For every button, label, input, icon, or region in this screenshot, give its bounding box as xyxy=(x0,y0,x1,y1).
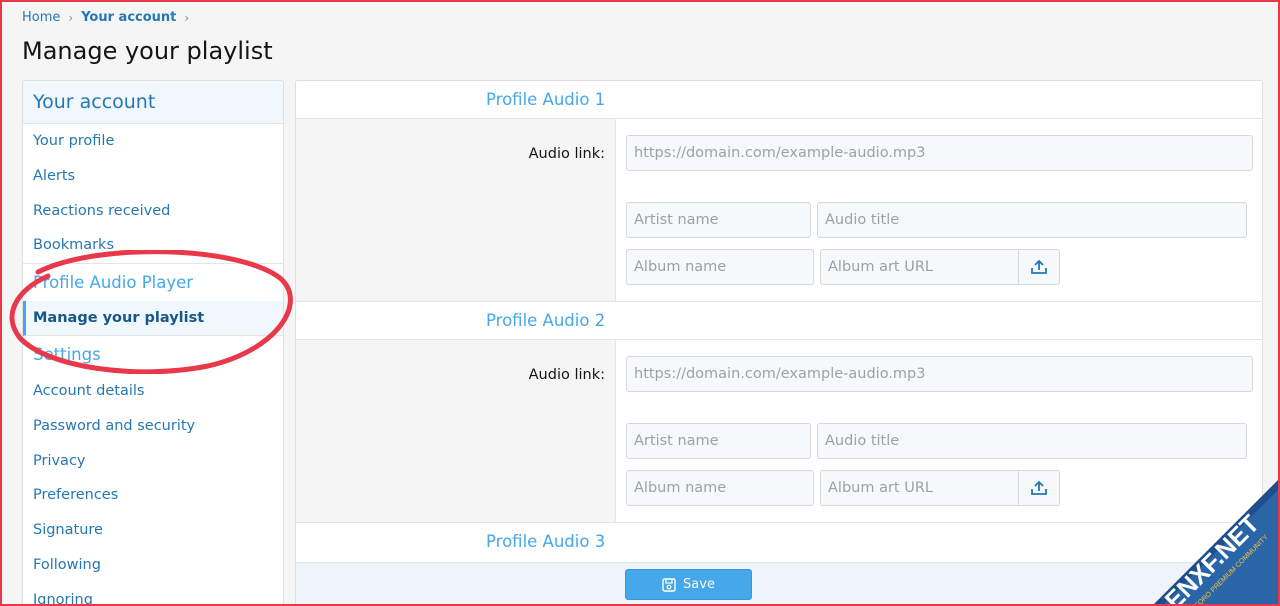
sidebar-item-bookmarks[interactable]: Bookmarks xyxy=(23,228,283,263)
sidebar-item-password-security[interactable]: Password and security xyxy=(23,409,283,444)
save-button[interactable]: Save xyxy=(625,569,752,600)
upload-icon xyxy=(1031,259,1047,274)
section-title-audio-1: Profile Audio 1 xyxy=(296,81,1262,119)
sidebar-category-settings: Settings xyxy=(33,344,101,364)
upload-icon xyxy=(1031,480,1047,495)
sidebar-category-audio-player: Profile Audio Player xyxy=(23,263,283,301)
artist-name-input[interactable]: Artist name xyxy=(626,202,811,238)
sidebar: Your account Your profile Alerts Reactio… xyxy=(22,80,284,606)
breadcrumb-your-account[interactable]: Your account xyxy=(81,10,176,25)
section-title-audio-2: Profile Audio 2 xyxy=(296,302,1262,340)
sidebar-heading: Your account xyxy=(23,81,283,124)
album-art-url-input[interactable]: Album art URL xyxy=(820,249,1019,285)
upload-button[interactable] xyxy=(1019,249,1060,285)
form-footer: Save xyxy=(296,562,1262,606)
breadcrumb-home[interactable]: Home xyxy=(22,10,60,25)
audio-link-label: Audio link: xyxy=(528,367,605,383)
page-title: Manage your playlist xyxy=(22,37,273,65)
album-name-input[interactable]: Album name xyxy=(626,470,814,506)
audio-title-input[interactable]: Audio title xyxy=(817,202,1247,238)
sidebar-item-reactions-received[interactable]: Reactions received xyxy=(23,194,283,229)
sidebar-item-following[interactable]: Following xyxy=(23,548,283,583)
sidebar-item-account-details[interactable]: Account details xyxy=(23,374,283,409)
save-icon xyxy=(662,577,676,592)
upload-button[interactable] xyxy=(1019,470,1060,506)
section-title-audio-3: Profile Audio 3 xyxy=(296,523,1262,561)
sidebar-item-privacy[interactable]: Privacy xyxy=(23,444,283,479)
save-label: Save xyxy=(683,577,715,592)
audio-link-input[interactable]: https://domain.com/example-audio.mp3 xyxy=(626,356,1253,392)
section-audio-1: Audio link: https://domain.com/example-a… xyxy=(296,119,1262,302)
sidebar-item-manage-playlist[interactable]: Manage your playlist xyxy=(23,301,283,336)
album-name-input[interactable]: Album name xyxy=(626,249,814,285)
chevron-right-icon: › xyxy=(184,10,190,25)
audio-title-input[interactable]: Audio title xyxy=(817,423,1247,459)
sidebar-item-signature[interactable]: Signature xyxy=(23,513,283,548)
audio-link-label: Audio link: xyxy=(528,146,605,162)
sidebar-item-your-profile[interactable]: Your profile xyxy=(23,124,283,159)
audio-link-input[interactable]: https://domain.com/example-audio.mp3 xyxy=(626,135,1253,171)
section-audio-2: Audio link: https://domain.com/example-a… xyxy=(296,340,1262,523)
breadcrumb: Home › Your account › xyxy=(22,10,189,25)
artist-name-input[interactable]: Artist name xyxy=(626,423,811,459)
album-art-url-input[interactable]: Album art URL xyxy=(820,470,1019,506)
chevron-right-icon: › xyxy=(68,10,74,25)
playlist-form: Profile Audio 1 Audio link: https://doma… xyxy=(295,80,1263,606)
sidebar-item-alerts[interactable]: Alerts xyxy=(23,159,283,194)
sidebar-item-preferences[interactable]: Preferences xyxy=(23,478,283,513)
sidebar-item-ignoring[interactable]: Ignoring xyxy=(23,583,283,606)
